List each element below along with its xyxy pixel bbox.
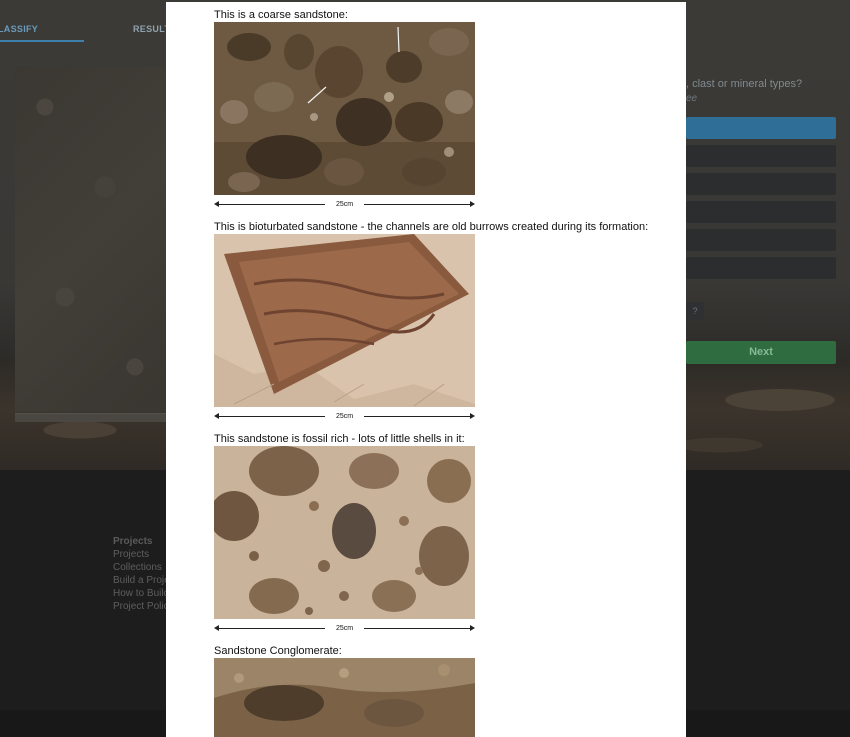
footer-link-how-to-build[interactable]: How to Build: [113, 587, 170, 600]
scale-label: 25cm: [335, 413, 354, 420]
scale-label: 25cm: [335, 201, 354, 208]
footer-link-project-policies[interactable]: Project Polic: [113, 600, 170, 613]
subject-image[interactable]: [15, 67, 170, 412]
tab-active-indicator: [0, 40, 84, 42]
need-help-button[interactable]: ?: [686, 302, 704, 320]
scale-arrow-right-icon: [470, 413, 475, 419]
next-button[interactable]: Next: [686, 341, 836, 364]
task-help-link[interactable]: ee: [686, 93, 697, 104]
answer-option[interactable]: [686, 117, 836, 139]
sandstone-conglomerate-photo: [214, 658, 475, 737]
example-caption: This is a coarse sandstone:: [214, 9, 348, 21]
fossil-rich-sandstone-photo: [214, 446, 475, 619]
answer-option[interactable]: [686, 173, 836, 195]
coarse-sandstone-photo: [214, 22, 475, 195]
example-caption: This sandstone is fossil rich - lots of …: [214, 433, 465, 445]
answer-option[interactable]: [686, 257, 836, 279]
footer-link-collections[interactable]: Collections: [113, 561, 170, 574]
scale-bar: 25cm: [214, 199, 475, 211]
footer-link-projects[interactable]: Projects: [113, 548, 170, 561]
subject-scrollbar[interactable]: [15, 413, 170, 422]
footer-projects-list: Projects Projects Collections Build a Pr…: [113, 535, 170, 613]
scale-bar: 25cm: [214, 411, 475, 423]
footer-heading: Projects: [113, 536, 153, 547]
task-question: , clast or mineral types?: [686, 78, 803, 90]
footer-link-build-project[interactable]: Build a Proje: [113, 574, 170, 587]
scale-arrow-right-icon: [470, 625, 475, 631]
scale-arrow-right-icon: [470, 201, 475, 207]
field-guide-modal: This is a coarse sandstone: 25cm This is…: [166, 2, 686, 737]
answer-option[interactable]: [686, 201, 836, 223]
tab-classify[interactable]: LASSIFY: [0, 24, 38, 34]
example-caption: This is bioturbated sandstone - the chan…: [214, 221, 649, 233]
tab-result[interactable]: RESULT: [133, 24, 170, 34]
answer-option[interactable]: [686, 229, 836, 251]
answer-option[interactable]: [686, 145, 836, 167]
scale-label: 25cm: [335, 625, 354, 632]
scale-bar: 25cm: [214, 623, 475, 635]
example-caption: Sandstone Conglomerate:: [214, 645, 342, 657]
bioturbated-sandstone-photo: [214, 234, 475, 407]
